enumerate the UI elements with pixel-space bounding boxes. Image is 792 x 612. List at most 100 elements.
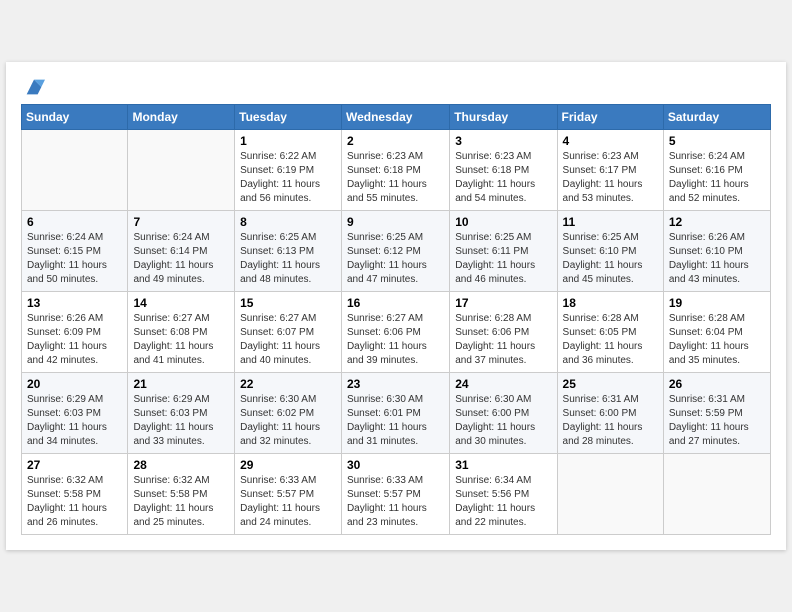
header [21,72,771,98]
day-info: Sunrise: 6:33 AM Sunset: 5:57 PM Dayligh… [347,474,444,530]
calendar-cell: 17 Sunrise: 6:28 AM Sunset: 6:06 PM Dayli… [450,292,557,373]
day-number: 6 [27,215,122,229]
calendar-cell: 8 Sunrise: 6:25 AM Sunset: 6:13 PM Daylig… [235,211,342,292]
calendar-cell: 13 Sunrise: 6:26 AM Sunset: 6:09 PM Dayli… [22,292,128,373]
day-info: Sunrise: 6:25 AM Sunset: 6:12 PM Dayligh… [347,231,444,287]
day-number: 1 [240,134,336,148]
day-number: 25 [563,377,658,391]
week-row-1: 1 Sunrise: 6:22 AM Sunset: 6:19 PM Daylig… [22,130,771,211]
weekday-header-saturday: Saturday [663,105,770,130]
day-info: Sunrise: 6:34 AM Sunset: 5:56 PM Dayligh… [455,474,551,530]
day-info: Sunrise: 6:28 AM Sunset: 6:04 PM Dayligh… [669,312,765,368]
calendar-cell: 6 Sunrise: 6:24 AM Sunset: 6:15 PM Daylig… [22,211,128,292]
calendar-cell: 14 Sunrise: 6:27 AM Sunset: 6:08 PM Dayli… [128,292,235,373]
weekday-header-thursday: Thursday [450,105,557,130]
day-number: 17 [455,296,551,310]
day-info: Sunrise: 6:25 AM Sunset: 6:13 PM Dayligh… [240,231,336,287]
day-info: Sunrise: 6:26 AM Sunset: 6:09 PM Dayligh… [27,312,122,368]
calendar-cell [22,130,128,211]
day-number: 5 [669,134,765,148]
calendar-table: SundayMondayTuesdayWednesdayThursdayFrid… [21,104,771,535]
day-info: Sunrise: 6:31 AM Sunset: 6:00 PM Dayligh… [563,393,658,449]
calendar-cell [128,130,235,211]
day-info: Sunrise: 6:26 AM Sunset: 6:10 PM Dayligh… [669,231,765,287]
day-number: 16 [347,296,444,310]
calendar-cell: 3 Sunrise: 6:23 AM Sunset: 6:18 PM Daylig… [450,130,557,211]
calendar-cell: 26 Sunrise: 6:31 AM Sunset: 5:59 PM Dayli… [663,373,770,454]
day-info: Sunrise: 6:23 AM Sunset: 6:18 PM Dayligh… [347,150,444,206]
logo-icon [23,76,45,98]
calendar-cell: 11 Sunrise: 6:25 AM Sunset: 6:10 PM Dayli… [557,211,663,292]
calendar-cell [663,454,770,535]
day-number: 30 [347,458,444,472]
day-number: 8 [240,215,336,229]
calendar-cell: 18 Sunrise: 6:28 AM Sunset: 6:05 PM Dayli… [557,292,663,373]
day-info: Sunrise: 6:23 AM Sunset: 6:18 PM Dayligh… [455,150,551,206]
day-info: Sunrise: 6:25 AM Sunset: 6:11 PM Dayligh… [455,231,551,287]
weekday-header-tuesday: Tuesday [235,105,342,130]
day-number: 24 [455,377,551,391]
day-info: Sunrise: 6:27 AM Sunset: 6:08 PM Dayligh… [133,312,229,368]
calendar-cell: 23 Sunrise: 6:30 AM Sunset: 6:01 PM Dayli… [341,373,449,454]
day-info: Sunrise: 6:24 AM Sunset: 6:15 PM Dayligh… [27,231,122,287]
day-info: Sunrise: 6:30 AM Sunset: 6:02 PM Dayligh… [240,393,336,449]
weekday-header-friday: Friday [557,105,663,130]
day-info: Sunrise: 6:29 AM Sunset: 6:03 PM Dayligh… [27,393,122,449]
day-info: Sunrise: 6:30 AM Sunset: 6:00 PM Dayligh… [455,393,551,449]
day-number: 2 [347,134,444,148]
day-number: 10 [455,215,551,229]
day-number: 31 [455,458,551,472]
day-info: Sunrise: 6:32 AM Sunset: 5:58 PM Dayligh… [27,474,122,530]
day-number: 18 [563,296,658,310]
weekday-header-monday: Monday [128,105,235,130]
calendar-cell: 16 Sunrise: 6:27 AM Sunset: 6:06 PM Dayli… [341,292,449,373]
calendar-cell: 25 Sunrise: 6:31 AM Sunset: 6:00 PM Dayli… [557,373,663,454]
calendar-cell: 10 Sunrise: 6:25 AM Sunset: 6:11 PM Dayli… [450,211,557,292]
calendar-cell: 30 Sunrise: 6:33 AM Sunset: 5:57 PM Dayli… [341,454,449,535]
calendar-cell: 9Sunrise: 6:25 AM Sunset: 6:12 PM Daylig… [341,211,449,292]
day-number: 26 [669,377,765,391]
calendar-cell: 21 Sunrise: 6:29 AM Sunset: 6:03 PM Dayli… [128,373,235,454]
week-row-4: 20 Sunrise: 6:29 AM Sunset: 6:03 PM Dayli… [22,373,771,454]
week-row-3: 13 Sunrise: 6:26 AM Sunset: 6:09 PM Dayli… [22,292,771,373]
day-info: Sunrise: 6:27 AM Sunset: 6:06 PM Dayligh… [347,312,444,368]
day-info: Sunrise: 6:28 AM Sunset: 6:05 PM Dayligh… [563,312,658,368]
day-number: 29 [240,458,336,472]
day-info: Sunrise: 6:25 AM Sunset: 6:10 PM Dayligh… [563,231,658,287]
day-info: Sunrise: 6:22 AM Sunset: 6:19 PM Dayligh… [240,150,336,206]
day-number: 11 [563,215,658,229]
calendar-cell: 15Sunrise: 6:27 AM Sunset: 6:07 PM Dayli… [235,292,342,373]
day-info: Sunrise: 6:31 AM Sunset: 5:59 PM Dayligh… [669,393,765,449]
day-number: 12 [669,215,765,229]
day-number: 3 [455,134,551,148]
calendar-cell: 19 Sunrise: 6:28 AM Sunset: 6:04 PM Dayli… [663,292,770,373]
calendar-cell: 24 Sunrise: 6:30 AM Sunset: 6:00 PM Dayli… [450,373,557,454]
day-info: Sunrise: 6:32 AM Sunset: 5:58 PM Dayligh… [133,474,229,530]
day-number: 15 [240,296,336,310]
calendar-cell: 2 Sunrise: 6:23 AM Sunset: 6:18 PM Daylig… [341,130,449,211]
calendar-container: SundayMondayTuesdayWednesdayThursdayFrid… [6,62,786,550]
weekday-header-wednesday: Wednesday [341,105,449,130]
day-number: 28 [133,458,229,472]
day-info: Sunrise: 6:33 AM Sunset: 5:57 PM Dayligh… [240,474,336,530]
day-info: Sunrise: 6:29 AM Sunset: 6:03 PM Dayligh… [133,393,229,449]
calendar-cell [557,454,663,535]
calendar-cell: 27Sunrise: 6:32 AM Sunset: 5:58 PM Dayli… [22,454,128,535]
day-number: 14 [133,296,229,310]
day-number: 20 [27,377,122,391]
day-info: Sunrise: 6:30 AM Sunset: 6:01 PM Dayligh… [347,393,444,449]
day-number: 23 [347,377,444,391]
day-number: 13 [27,296,122,310]
calendar-cell: 29 Sunrise: 6:33 AM Sunset: 5:57 PM Dayli… [235,454,342,535]
day-info: Sunrise: 6:24 AM Sunset: 6:16 PM Dayligh… [669,150,765,206]
day-number: 7 [133,215,229,229]
calendar-cell: 20 Sunrise: 6:29 AM Sunset: 6:03 PM Dayli… [22,373,128,454]
calendar-cell: 28 Sunrise: 6:32 AM Sunset: 5:58 PM Dayli… [128,454,235,535]
week-row-5: 27Sunrise: 6:32 AM Sunset: 5:58 PM Dayli… [22,454,771,535]
day-info: Sunrise: 6:24 AM Sunset: 6:14 PM Dayligh… [133,231,229,287]
calendar-cell: 5 Sunrise: 6:24 AM Sunset: 6:16 PM Daylig… [663,130,770,211]
day-number: 19 [669,296,765,310]
day-info: Sunrise: 6:28 AM Sunset: 6:06 PM Dayligh… [455,312,551,368]
calendar-cell: 4Sunrise: 6:23 AM Sunset: 6:17 PM Daylig… [557,130,663,211]
day-number: 21 [133,377,229,391]
